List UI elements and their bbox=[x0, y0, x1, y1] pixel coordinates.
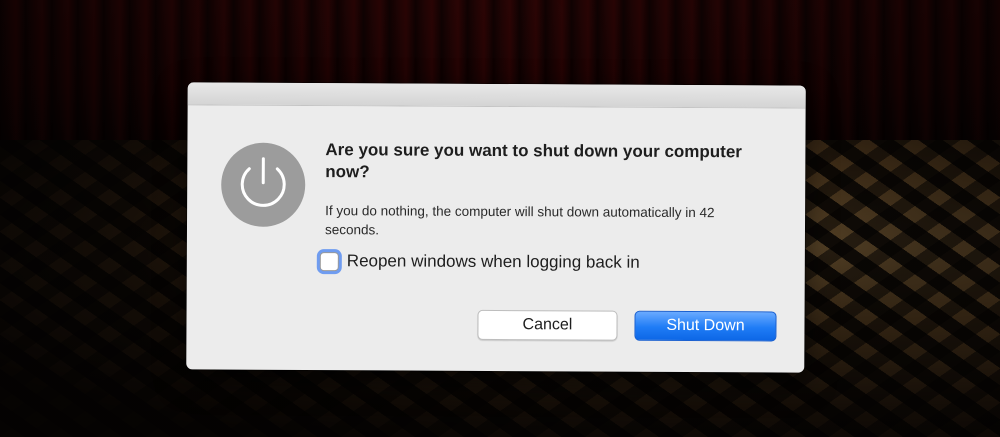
cancel-button[interactable]: Cancel bbox=[477, 309, 618, 341]
power-icon bbox=[219, 141, 307, 229]
shut-down-button[interactable]: Shut Down bbox=[634, 310, 777, 342]
shutdown-dialog: Are you sure you want to shut down your … bbox=[186, 82, 806, 373]
reopen-windows-option[interactable]: Reopen windows when logging back in bbox=[319, 251, 640, 273]
dialog-message: If you do nothing, the computer will shu… bbox=[324, 203, 715, 238]
reopen-windows-label[interactable]: Reopen windows when logging back in bbox=[347, 251, 640, 273]
dialog-heading: Are you sure you want to shut down your … bbox=[325, 140, 742, 182]
dialog-titlebar bbox=[187, 82, 806, 109]
reopen-windows-checkbox[interactable] bbox=[319, 251, 339, 271]
